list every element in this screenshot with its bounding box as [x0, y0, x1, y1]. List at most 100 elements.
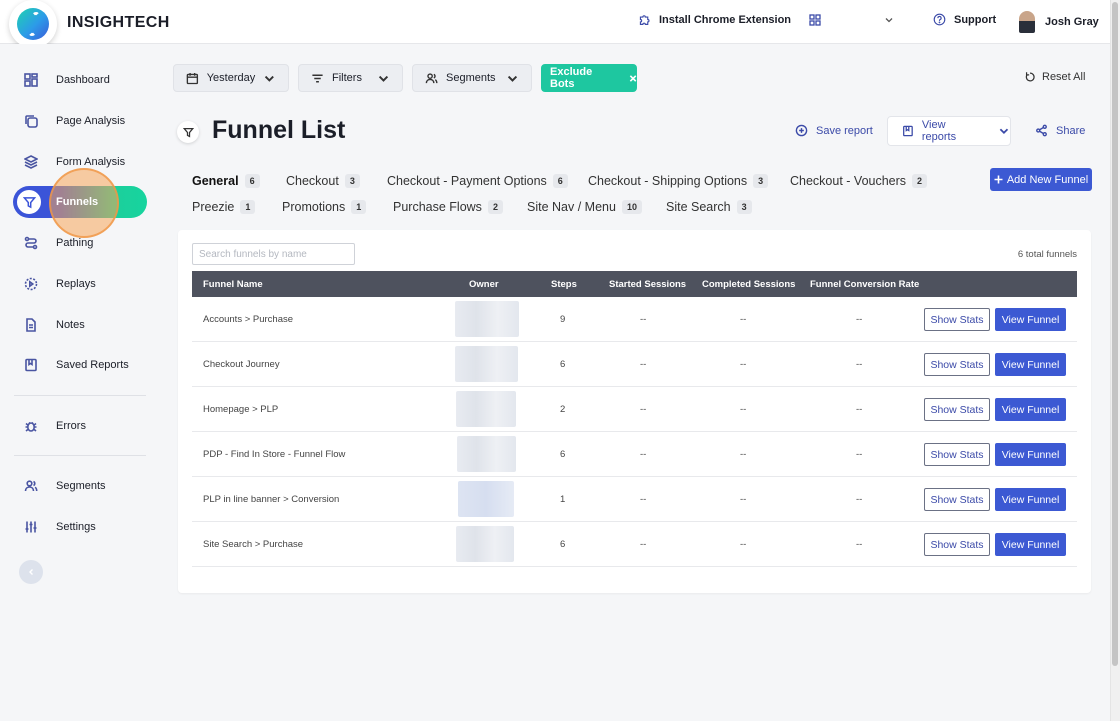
- tab-site-nav-menu[interactable]: Site Nav / Menu 10: [527, 200, 642, 214]
- sidebar-item-saved-reports[interactable]: Saved Reports: [20, 353, 160, 377]
- funnel-name[interactable]: PLP in line banner > Conversion: [203, 494, 339, 505]
- tab-checkout[interactable]: Checkout 3: [286, 174, 360, 188]
- show-stats-button[interactable]: Show Stats: [924, 308, 990, 331]
- tab-site-search[interactable]: Site Search 3: [666, 200, 752, 214]
- avatar: [1019, 11, 1035, 33]
- tab-count-badge: 3: [736, 200, 752, 214]
- chevron-down-icon: [999, 128, 1009, 135]
- collapse-sidebar-button[interactable]: [19, 560, 43, 584]
- sidebar-item-pathing[interactable]: Pathing: [20, 231, 160, 255]
- logo[interactable]: [9, 0, 57, 48]
- tab-count-badge: 3: [344, 174, 360, 188]
- view-funnel-button[interactable]: View Funnel: [995, 533, 1066, 556]
- column-header-funnel-name[interactable]: Funnel Name: [203, 279, 263, 290]
- owner-avatar-blurred: [455, 301, 519, 337]
- funnel-name[interactable]: Homepage > PLP: [203, 404, 278, 415]
- column-header-owner[interactable]: Owner: [469, 279, 499, 290]
- sidebar-item-dashboard[interactable]: Dashboard: [20, 68, 160, 92]
- table-header: Funnel Name Owner Steps Started Sessions…: [192, 271, 1077, 297]
- tab-purchase-flows[interactable]: Purchase Flows 2: [393, 200, 503, 214]
- table-row: Checkout Journey 6 -- -- -- Show Stats V…: [192, 342, 1077, 387]
- dashboard-icon: [24, 73, 38, 87]
- sidebar-item-segments[interactable]: Segments: [20, 474, 160, 498]
- tab-promotions[interactable]: Promotions 1: [282, 200, 367, 214]
- view-funnel-button[interactable]: View Funnel: [995, 398, 1066, 421]
- save-report-button[interactable]: Save report: [795, 124, 873, 137]
- tab-count-badge: 6: [244, 174, 260, 188]
- sidebar-item-replays[interactable]: Replays: [20, 272, 160, 296]
- tab-count-badge: 2: [912, 174, 928, 188]
- segments-dropdown[interactable]: Segments: [412, 64, 532, 92]
- saved-reports-icon: [25, 358, 37, 372]
- sidebar-item-settings[interactable]: Settings: [20, 515, 160, 539]
- sliders-icon: [25, 521, 37, 533]
- date-range-dropdown[interactable]: Yesterday: [173, 64, 289, 92]
- support-link[interactable]: Support: [933, 13, 996, 26]
- share-icon: [1036, 124, 1047, 137]
- show-stats-button[interactable]: Show Stats: [924, 353, 990, 376]
- bug-icon: [25, 421, 37, 432]
- tab-count-badge: 10: [621, 200, 642, 214]
- funnel-name[interactable]: Accounts > Purchase: [203, 314, 293, 325]
- funnel-name[interactable]: Site Search > Purchase: [203, 539, 303, 550]
- view-funnel-button[interactable]: View Funnel: [995, 443, 1066, 466]
- user-menu[interactable]: Josh Gray: [1019, 11, 1099, 33]
- sidebar-item-label: Saved Reports: [56, 359, 129, 371]
- sidebar-item-label: Segments: [56, 480, 106, 492]
- sidebar-divider: [14, 395, 146, 396]
- owner-avatar-blurred: [456, 526, 514, 562]
- sidebar-item-page-analysis[interactable]: Page Analysis: [20, 109, 160, 133]
- column-header-steps[interactable]: Steps: [551, 279, 577, 290]
- funnel-list-card: 6 total funnels Funnel Name Owner Steps …: [178, 230, 1091, 593]
- filters-dropdown[interactable]: Filters: [298, 64, 403, 92]
- column-header-conversion-rate[interactable]: Funnel Conversion Rate: [810, 279, 919, 290]
- search-funnels-input[interactable]: [192, 243, 355, 265]
- show-stats-button[interactable]: Show Stats: [924, 443, 990, 466]
- page-title: Funnel List: [212, 116, 346, 144]
- tab-checkout-payment-options[interactable]: Checkout - Payment Options 6: [387, 174, 568, 188]
- exclude-bots-chip[interactable]: Exclude Bots: [541, 64, 637, 92]
- close-icon[interactable]: [629, 74, 637, 83]
- add-new-funnel-button[interactable]: Add New Funnel: [990, 168, 1092, 191]
- sidebar-item-errors[interactable]: Errors: [20, 414, 160, 438]
- sidebar-item-notes[interactable]: Notes: [20, 313, 160, 337]
- share-button[interactable]: Share: [1035, 124, 1085, 137]
- show-stats-button[interactable]: Show Stats: [924, 533, 990, 556]
- filter-lines-icon: [312, 74, 323, 82]
- tab-label: Checkout - Shipping Options: [588, 174, 748, 188]
- view-reports-dropdown[interactable]: View reports: [887, 116, 1011, 146]
- table-row: Accounts > Purchase 9 -- -- -- Show Stat…: [192, 297, 1077, 342]
- started-sessions-value: --: [640, 404, 647, 415]
- show-stats-button[interactable]: Show Stats: [924, 488, 990, 511]
- view-funnel-button[interactable]: View Funnel: [995, 353, 1066, 376]
- add-new-funnel-label: Add New Funnel: [1006, 173, 1089, 186]
- tab-preezie[interactable]: Preezie 1: [192, 200, 256, 214]
- tab-checkout-vouchers[interactable]: Checkout - Vouchers 2: [790, 174, 928, 188]
- page-analysis-icon: [25, 115, 38, 128]
- apps-dropdown-toggle[interactable]: [884, 15, 894, 25]
- column-header-started-sessions[interactable]: Started Sessions: [609, 279, 686, 290]
- sidebar-item-funnels-icon-wrap[interactable]: [15, 188, 43, 216]
- funnel-name[interactable]: Checkout Journey: [203, 359, 280, 370]
- page-scrollbar-thumb[interactable]: [1112, 2, 1118, 666]
- install-extension-link[interactable]: Install Chrome Extension: [638, 13, 791, 26]
- sidebar-item-label: Dashboard: [56, 74, 110, 86]
- replay-icon: [24, 277, 38, 291]
- apps-menu[interactable]: [809, 14, 821, 26]
- completed-sessions-value: --: [740, 404, 747, 415]
- chevron-down-icon: [885, 18, 893, 23]
- funnel-name[interactable]: PDP - Find In Store - Funnel Flow: [203, 449, 345, 460]
- show-stats-button[interactable]: Show Stats: [924, 398, 990, 421]
- logo-mark: [17, 8, 49, 40]
- reset-all-button[interactable]: Reset All: [1024, 71, 1085, 83]
- tab-checkout-shipping-options[interactable]: Checkout - Shipping Options 3: [588, 174, 769, 188]
- column-header-completed-sessions[interactable]: Completed Sessions: [702, 279, 795, 290]
- reset-icon: [1025, 72, 1035, 82]
- tab-label: Preezie: [192, 200, 235, 214]
- tab-general[interactable]: General 6: [192, 174, 260, 188]
- chevron-down-icon: [378, 75, 389, 82]
- sidebar-item-label: Notes: [56, 319, 85, 331]
- view-funnel-button[interactable]: View Funnel: [995, 308, 1066, 331]
- view-funnel-button[interactable]: View Funnel: [995, 488, 1066, 511]
- steps-value: 6: [560, 449, 566, 460]
